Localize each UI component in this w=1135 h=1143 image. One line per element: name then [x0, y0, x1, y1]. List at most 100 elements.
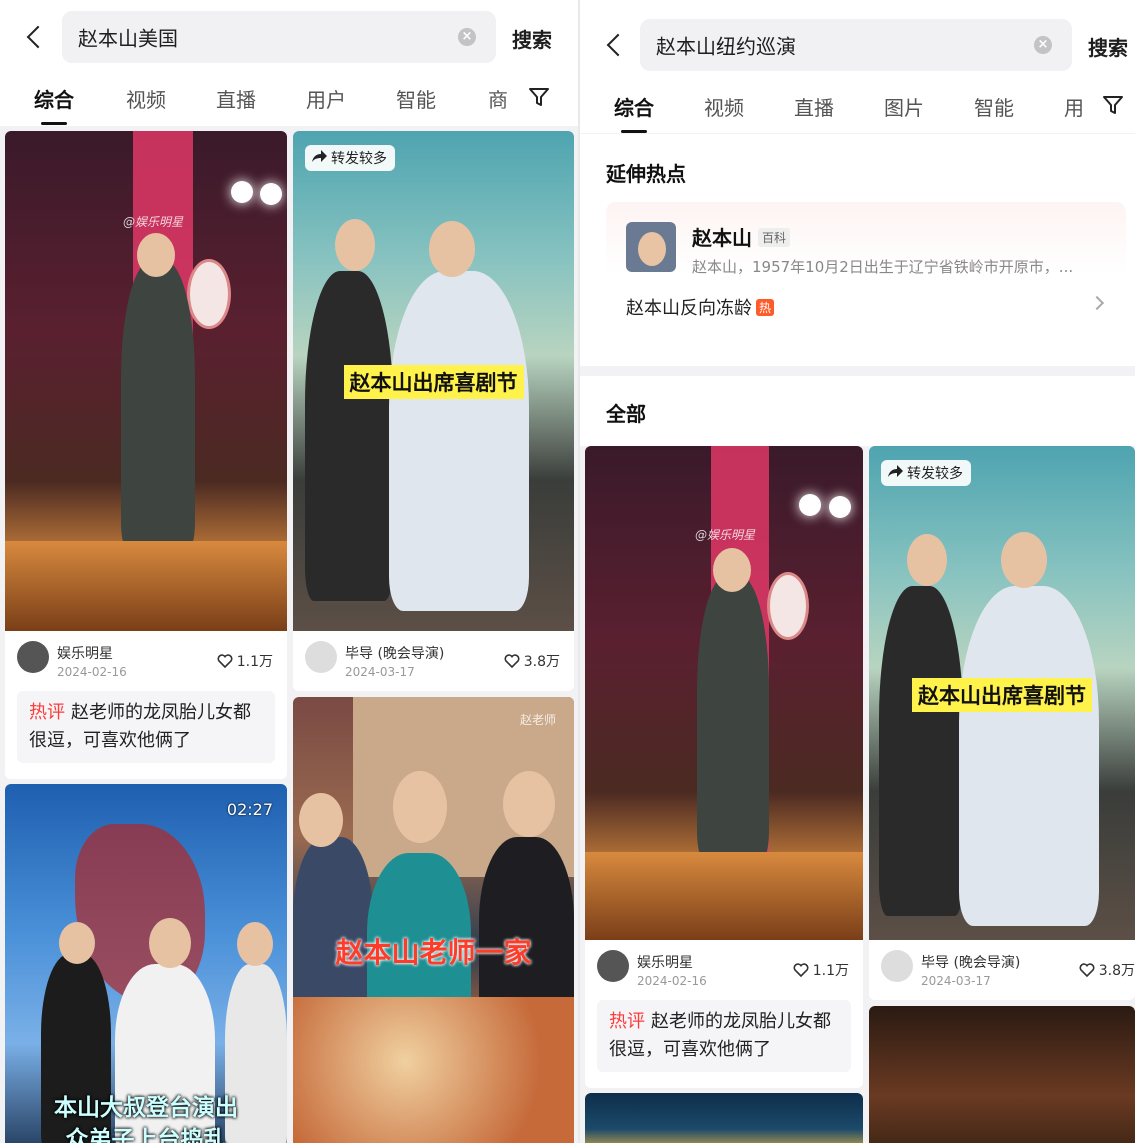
video-thumbnail[interactable]: @娱乐明星: [5, 131, 287, 631]
heart-icon: [217, 654, 233, 668]
author-name[interactable]: 娱乐明星: [637, 952, 693, 972]
heart-icon: [793, 963, 809, 977]
search-input[interactable]: 赵本山美国 ×: [62, 11, 496, 63]
search-query: 赵本山纽约巡演: [656, 34, 796, 59]
video-card[interactable]: 转发较多 赵本山出席喜剧节 毕导 (晚会导演) 2024-03-17 3.8万: [869, 446, 1135, 1000]
post-date: 2024-02-16: [57, 665, 127, 679]
video-caption-line2: 众弟子上台捣乱: [65, 1127, 227, 1143]
celebrity-name[interactable]: 赵本山: [692, 222, 752, 251]
tab-shop[interactable]: 商: [488, 84, 508, 113]
clear-icon[interactable]: ×: [1034, 36, 1052, 54]
hot-topic-link[interactable]: 赵本山反向冻龄热: [626, 294, 775, 320]
post-date: 2024-02-16: [637, 974, 707, 988]
badge-text: 转发较多: [331, 151, 387, 167]
author-avatar[interactable]: [597, 950, 629, 982]
video-card[interactable]: @娱乐明星 娱乐明星 2024-02-16 1.1万 热评 赵老师的龙凤胎儿女都很…: [5, 131, 287, 779]
chevron-right-icon[interactable]: [1089, 295, 1105, 311]
like-button[interactable]: 1.1万: [793, 960, 849, 980]
heart-icon: [1079, 963, 1095, 977]
performer-head: [1001, 532, 1047, 588]
video-caption: 赵本山出席喜剧节: [912, 678, 1092, 712]
search-header: 赵本山美国 × 搜索 综合 视频 直播 用户 智能 商: [0, 0, 578, 126]
like-count: 3.8万: [523, 654, 560, 670]
tab-users[interactable]: 用户: [306, 84, 346, 113]
post-date: 2024-03-17: [921, 974, 991, 988]
video-thumbnail[interactable]: 转发较多 赵本山出席喜剧节: [869, 446, 1135, 940]
badge-text: 转发较多: [907, 466, 963, 482]
video-card[interactable]: 转发较多 赵本山出席喜剧节 毕导 (晚会导演) 2024-03-17 3.8万: [293, 131, 574, 691]
performer: [389, 271, 529, 611]
like-button[interactable]: 3.8万: [1079, 960, 1135, 980]
back-arrow-icon[interactable]: [24, 28, 44, 48]
tab-bar: 综合 视频 直播 用户 智能 商: [0, 84, 578, 128]
search-button[interactable]: 搜索: [512, 24, 552, 53]
person-head: [335, 219, 375, 271]
performer-head: [137, 233, 175, 277]
tab-smart[interactable]: 智能: [396, 84, 436, 113]
extension-section: 延伸热点 赵本山 百科 赵本山，1957年10月2日出生于辽宁省铁岭市开原市，.…: [580, 134, 1135, 366]
filter-icon[interactable]: [528, 86, 550, 108]
encyclopedia-tag: 百科: [758, 228, 791, 247]
search-input[interactable]: 赵本山纽约巡演 ×: [640, 19, 1072, 71]
tab-comprehensive[interactable]: 综合: [614, 92, 654, 121]
share-arrow-icon: [312, 150, 327, 162]
author-name[interactable]: 毕导 (晚会导演): [921, 952, 1020, 972]
like-button[interactable]: 1.1万: [217, 651, 273, 671]
hot-comment-tag: 热评: [29, 702, 65, 723]
watermark: @娱乐明星: [123, 215, 184, 229]
tab-smart[interactable]: 智能: [974, 92, 1014, 121]
tab-video[interactable]: 视频: [126, 84, 166, 113]
video-thumbnail[interactable]: [869, 1006, 1135, 1143]
clear-icon[interactable]: ×: [458, 28, 476, 46]
video-card[interactable]: [869, 1006, 1135, 1143]
right-screen: 赵本山纽约巡演 × 搜索 综合 视频 直播 图片 智能 用 延伸热点 赵本山 百…: [580, 0, 1135, 1143]
tab-live[interactable]: 直播: [794, 92, 834, 121]
video-thumbnail[interactable]: 转发较多 赵本山出席喜剧节: [293, 131, 574, 631]
dinner-table: [293, 997, 574, 1143]
back-arrow-icon[interactable]: [604, 36, 624, 56]
video-card[interactable]: 02:27 本山大叔登台演出 众弟子上台捣乱: [5, 784, 287, 1143]
performer-head: [149, 918, 191, 968]
video-thumbnail[interactable]: 赵老师 赵本山老师一家: [293, 697, 574, 1143]
video-card[interactable]: @娱乐明星 娱乐明星 2024-02-16 1.1万 热评 赵老师的龙凤胎儿女都很…: [585, 446, 863, 1088]
post-date: 2024-03-17: [345, 665, 415, 679]
watermark: @娱乐明星: [695, 528, 756, 542]
like-count: 1.1万: [236, 654, 273, 670]
author-avatar[interactable]: [881, 950, 913, 982]
hot-comment[interactable]: 热评 赵老师的龙凤胎儿女都很逗，可喜欢他俩了: [17, 691, 275, 763]
celebrity-photo: [626, 222, 676, 272]
video-thumbnail[interactable]: @娱乐明星: [585, 446, 863, 940]
performer: [959, 586, 1099, 926]
hot-comment[interactable]: 热评 赵老师的龙凤胎儿女都很逗，可喜欢他俩了: [597, 1000, 851, 1072]
tab-users[interactable]: 用: [1064, 92, 1084, 121]
tab-images[interactable]: 图片: [884, 92, 924, 121]
video-card[interactable]: 赵老师 赵本山老师一家: [293, 697, 574, 1143]
author-avatar[interactable]: [305, 641, 337, 673]
video-thumbnail[interactable]: [585, 1093, 863, 1143]
author-avatar[interactable]: [17, 641, 49, 673]
performer-head: [713, 548, 751, 592]
search-query: 赵本山美国: [78, 26, 178, 51]
like-count: 1.1万: [812, 963, 849, 979]
search-header: 赵本山纽约巡演 × 搜索 综合 视频 直播 图片 智能 用: [580, 0, 1135, 133]
hotspot-card[interactable]: 赵本山 百科 赵本山，1957年10月2日出生于辽宁省铁岭市开原市，... 赵本…: [606, 202, 1126, 334]
like-count: 3.8万: [1098, 963, 1135, 979]
like-button[interactable]: 3.8万: [504, 651, 560, 671]
person-head: [237, 922, 273, 966]
stage-floor: [585, 852, 863, 940]
video-thumbnail[interactable]: 02:27 本山大叔登台演出 众弟子上台捣乱: [5, 784, 287, 1143]
performer-head: [429, 221, 475, 277]
video-caption: 赵本山出席喜剧节: [343, 365, 524, 399]
section-title: 延伸热点: [606, 162, 686, 186]
author-name[interactable]: 毕导 (晚会导演): [345, 643, 444, 663]
filter-icon[interactable]: [1102, 94, 1124, 116]
search-button[interactable]: 搜索: [1088, 32, 1128, 61]
left-screen: 赵本山美国 × 搜索 综合 视频 直播 用户 智能 商 @娱乐明星 娱乐明星 2…: [0, 0, 578, 1143]
video-card[interactable]: [585, 1093, 863, 1143]
author-name[interactable]: 娱乐明星: [57, 643, 113, 663]
tab-video[interactable]: 视频: [704, 92, 744, 121]
person-head: [393, 771, 447, 843]
tab-live[interactable]: 直播: [216, 84, 256, 113]
tab-comprehensive[interactable]: 综合: [34, 84, 74, 113]
stage-floor: [5, 541, 287, 631]
